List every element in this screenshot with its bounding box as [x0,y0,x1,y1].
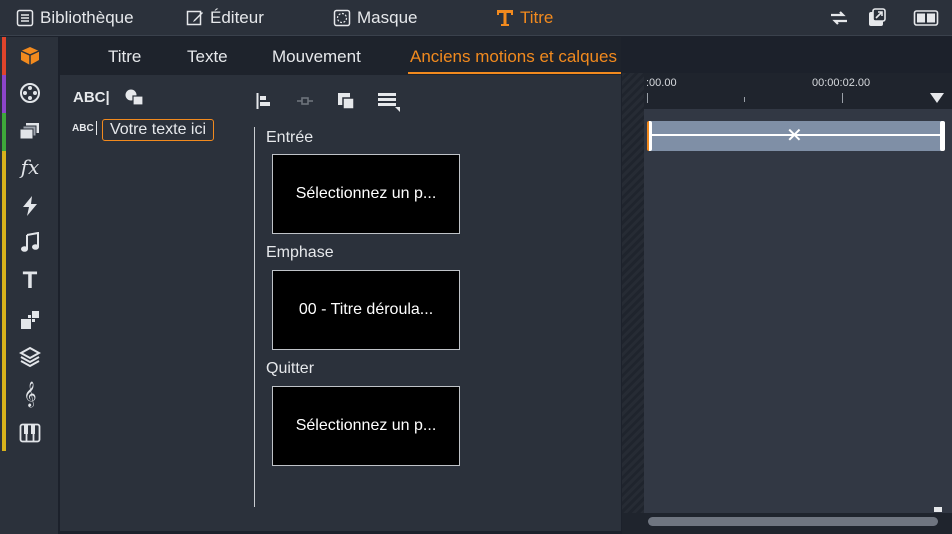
sidebar-strip-purple [2,75,6,113]
playhead-marker-icon[interactable] [929,91,945,109]
tab-editeur-label: Éditeur [210,8,264,27]
column-divider [254,127,255,507]
tab-mouvement[interactable]: Mouvement [272,47,361,67]
sidebar: fx T 𝄞 [0,37,58,534]
edit-icon [186,9,204,27]
text-layer-icon: ABC [72,123,94,134]
add-text-layer-icon[interactable]: ABC| [73,89,110,106]
timeline-track-area[interactable] [644,109,952,513]
quitter-label: Quitter [266,360,315,377]
group-icon[interactable] [295,91,315,111]
scroll-end-marker [934,507,942,512]
tab-titre-label: Titre [520,8,554,27]
sub-tabs: Titre Texte Mouvement Anciens motions et… [60,37,621,75]
clip-right-handle[interactable] [940,121,945,151]
title-t-icon [496,9,514,27]
add-shape-icon[interactable] [124,88,146,111]
stack-icon[interactable] [18,119,42,143]
entree-motion-selector[interactable]: Sélectionnez un p... [272,154,460,234]
top-bar: Bibliothèque Éditeur Masque Titre [0,0,952,36]
title-editor-panel: Titre Texte Mouvement Anciens motions et… [60,37,621,531]
ruler-mark-label: 00:00:02.00 [812,77,871,89]
package-icon[interactable] [18,44,42,68]
tab-bibliotheque-label: Bibliothèque [40,8,134,27]
text-layer-cursor [96,121,97,135]
swap-icon[interactable] [828,8,850,28]
piano-icon[interactable] [18,421,42,445]
list-icon [16,9,34,27]
tab-editeur[interactable]: Éditeur [186,0,264,36]
sidebar-strip-green [2,113,6,151]
ruler-tick [842,93,843,103]
fx-icon[interactable]: fx [18,155,42,179]
clip-left-handle[interactable] [647,121,652,151]
clip-close-icon[interactable]: ✕ [786,125,803,147]
arrange-icon[interactable] [336,91,356,111]
ruler-tick [744,97,745,102]
layers-icon[interactable] [18,345,42,369]
entree-label: Entrée [266,129,314,146]
emphase-motion-selector[interactable]: 00 - Titre déroula... [272,270,460,350]
layer-item-text[interactable]: Votre texte ici [102,119,214,141]
export-icon[interactable] [866,8,888,28]
timeline-ruler[interactable]: :00.00 00:00:02.00 [644,73,952,109]
lightning-icon[interactable] [18,194,42,218]
emphase-label: Emphase [266,244,334,261]
tab-anciens-motions[interactable]: Anciens motions et calques [410,47,617,67]
active-tab-underline [408,72,621,74]
film-reel-icon[interactable] [18,81,42,105]
tab-titre-sub[interactable]: Titre [108,47,141,67]
align-left-icon[interactable] [255,91,275,111]
ruler-start-label: :00.00 [646,77,677,89]
music-note-icon[interactable] [18,231,42,255]
tab-masque-label: Masque [357,8,418,27]
ruler-tick [647,93,648,103]
tab-masque[interactable]: Masque [333,0,417,36]
tab-texte[interactable]: Texte [187,47,228,67]
mask-icon [333,9,351,27]
title-t-icon[interactable]: T [18,267,42,294]
sidebar-strip-yellow [2,151,6,451]
timeline-left-margin [622,73,644,513]
tab-bibliotheque[interactable]: Bibliothèque [16,0,134,36]
quitter-motion-selector[interactable]: Sélectionnez un p... [272,386,460,466]
sidebar-strip-red [2,37,6,75]
tab-titre[interactable]: Titre [496,0,553,36]
timeline-scrollbar[interactable] [648,517,938,526]
title-clip[interactable]: ✕ [647,121,945,151]
layout-icon[interactable] [913,8,939,28]
layer-options-icon[interactable] [377,91,403,112]
transition-icon[interactable] [18,308,42,332]
timeline-panel: :00.00 00:00:02.00 ✕ [622,73,952,534]
treble-clef-icon[interactable]: 𝄞 [18,381,42,406]
